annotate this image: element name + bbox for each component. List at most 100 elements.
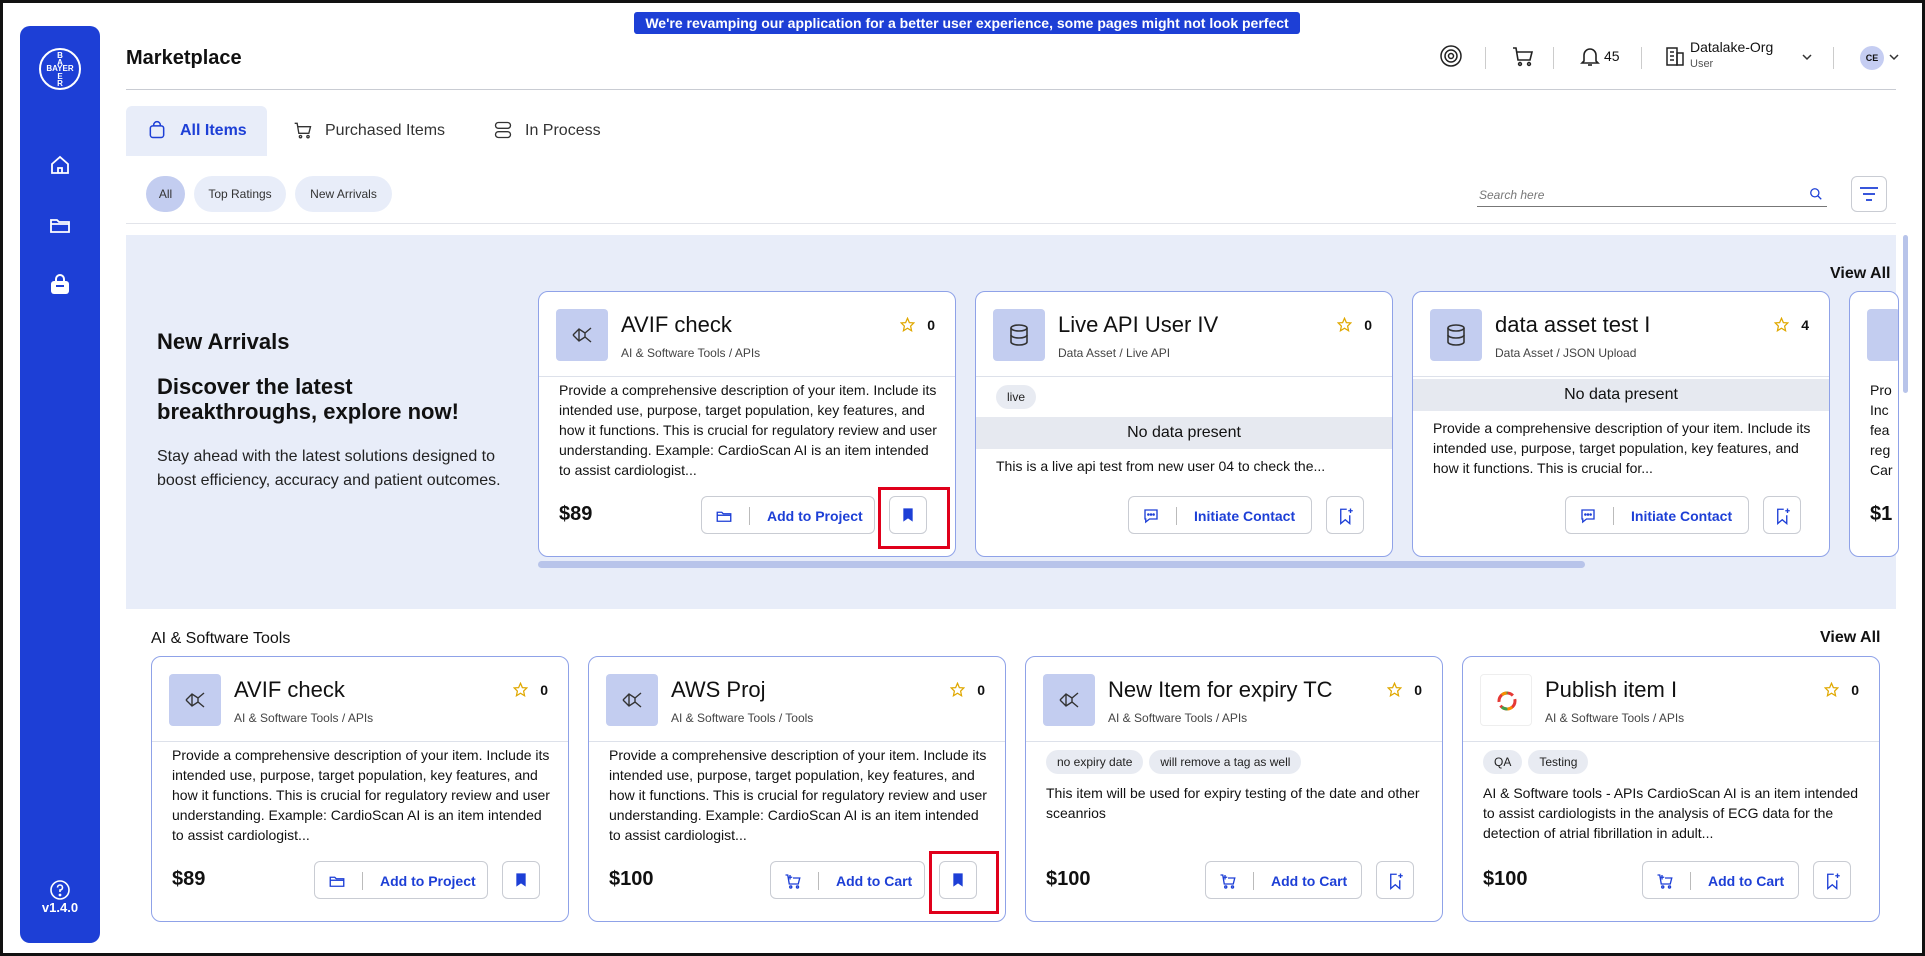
ai-brain-icon [572,327,592,343]
product-category: AI & Software Tools / APIs [1108,711,1248,725]
search-placeholder: Search here [1479,188,1545,202]
org-name[interactable]: Datalake-Org [1690,39,1773,55]
new-arrivals-text: Stay ahead with the latest solutions des… [157,448,501,489]
ai-brain-icon [622,692,642,708]
product-price: $89 [559,503,593,525]
button-label: Initiate Contact [1194,508,1296,524]
product-price: $89 [172,868,206,890]
tag: QA [1483,750,1523,774]
bell-icon[interactable] [1578,44,1602,68]
database-icon [1447,324,1465,346]
bookmark-add-button[interactable] [1813,861,1851,899]
product-card-partial[interactable]: Pro Inc fea reg Car $1 [1849,291,1899,557]
bookmark-add-button[interactable] [1376,861,1414,899]
org-role: User [1690,58,1714,70]
filter-button[interactable] [1851,176,1887,212]
search-icon[interactable] [1809,187,1823,201]
help-icon[interactable] [48,878,72,902]
bayer-logo[interactable]: BAYER BAER [39,48,81,90]
product-card[interactable]: New Item for expiry TC AI & Software Too… [1025,656,1443,922]
settings-badge-icon[interactable] [1439,44,1463,68]
product-title: New Item for expiry TC [1108,677,1333,702]
tab-in-process[interactable]: In Process [471,106,631,156]
org-chevron-down-icon[interactable] [1801,51,1813,63]
tab-all-items[interactable]: All Items [126,106,267,156]
button-label: Add to Cart [1271,873,1348,889]
add-to-cart-button[interactable]: Add to Cart [1642,861,1799,899]
add-to-cart-button[interactable]: Add to Cart [770,861,925,899]
home-icon[interactable] [48,153,72,177]
bookmark-add-button[interactable] [1763,496,1801,534]
product-rating: 4 [1801,317,1809,333]
search-input[interactable]: Search here [1477,181,1827,207]
section-title: AI & Software Tools [151,630,291,647]
product-card[interactable]: data asset test I Data Asset / JSON Uplo… [1412,291,1830,557]
tab-purchased-items[interactable]: Purchased Items [271,106,461,156]
bookmark-button[interactable] [502,861,540,899]
button-label: Add to Cart [836,873,913,889]
organization-icon [1666,47,1684,66]
product-description: AI & Software tools - APIs CardioScan AI… [1483,785,1859,841]
product-price: $100 [609,868,654,890]
product-title: AWS Proj [671,677,766,702]
add-to-project-button[interactable]: Add to Project [701,496,875,534]
product-price: $100 [1046,868,1091,890]
product-icon [1043,674,1095,726]
tag: live [996,385,1037,409]
product-icon [606,674,658,726]
no-data-notice: No data present [976,417,1392,449]
chip-all[interactable]: All [146,176,185,212]
button-label: Initiate Contact [1631,508,1733,524]
tag-list: QA Testing [1483,750,1594,776]
top-bar: Marketplace 45 Datalake-Org User CE [126,26,1899,90]
chip-new-arrivals[interactable]: New Arrivals [295,176,392,212]
new-arrivals-headline: Discover the latest breakthroughs, explo… [157,374,459,424]
tag-list: no expiry date will remove a tag as well [1046,750,1307,776]
product-category: AI & Software Tools / APIs [1545,711,1685,725]
product-card[interactable]: Live API User IV Data Asset / Live API 0… [975,291,1393,557]
ai-tools-view-all-link[interactable]: View All [1820,629,1880,647]
new-arrivals-view-all-link[interactable]: View All [1830,265,1890,283]
initiate-contact-button[interactable]: Initiate Contact [1565,496,1749,534]
star-icon [950,682,965,697]
product-rating: 0 [540,682,548,698]
bookmark-plus-icon [1827,873,1840,890]
product-card[interactable]: Publish item I AI & Software Tools / API… [1462,656,1880,922]
product-rating: 0 [1364,317,1372,333]
button-label: Add to Cart [1708,873,1785,889]
product-icon [1430,309,1482,361]
marketplace-bag-icon[interactable] [48,273,72,297]
ai-brain-icon [1059,692,1079,708]
user-chevron-down-icon[interactable] [1888,51,1900,63]
product-description: This is a live api test from new user 04… [996,458,1326,474]
initiate-contact-button[interactable]: Initiate Contact [1128,496,1312,534]
folder-icon[interactable] [48,213,72,237]
product-category: Data Asset / JSON Upload [1495,346,1637,360]
product-category: Data Asset / Live API [1058,346,1171,360]
add-to-project-button[interactable]: Add to Project [314,861,488,899]
product-title: data asset test I [1495,312,1651,337]
product-title: Publish item I [1545,677,1678,702]
product-description-peek: Pro Inc fea reg Car [1870,382,1893,478]
bookmark-add-button[interactable] [1326,496,1364,534]
product-card[interactable]: AVIF check AI & Software Tools / APIs 0 … [151,656,569,922]
horizontal-scrollbar[interactable] [538,561,1585,568]
vertical-scrollbar[interactable] [1903,235,1908,393]
chip-top-ratings[interactable]: Top Ratings [194,176,286,212]
cart-plus-icon [1220,874,1236,889]
product-category: AI & Software Tools / Tools [671,711,814,725]
product-title: AVIF check [234,677,345,702]
bookmark-plus-icon [1340,508,1353,525]
page-title: Marketplace [126,47,242,69]
cart-plus-icon [785,874,801,889]
cart-icon[interactable] [1511,44,1535,68]
notification-count: 45 [1604,48,1620,64]
product-price-peek: $1 [1870,503,1893,525]
sidebar: BAYER BAER v1.4.0 [20,26,100,943]
product-icon [1480,674,1532,726]
add-to-cart-button[interactable]: Add to Cart [1205,861,1362,899]
product-title: Live API User IV [1058,312,1219,337]
user-avatar[interactable]: CE [1860,46,1884,70]
chat-icon [1581,509,1595,524]
process-icon [494,121,512,139]
